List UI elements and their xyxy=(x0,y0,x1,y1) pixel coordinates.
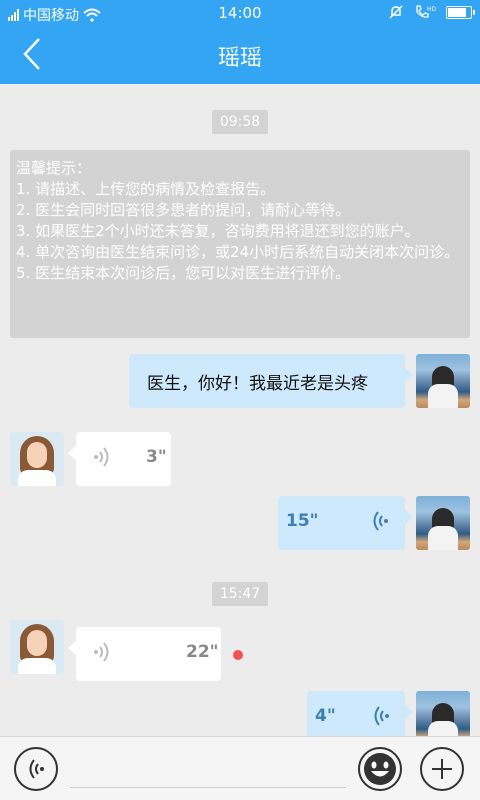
message-text: 医生，你好！我最近老是头疼 xyxy=(147,374,368,394)
notice-line: 温馨提示： xyxy=(16,159,92,177)
message-input[interactable] xyxy=(70,787,346,788)
voice-wave-icon xyxy=(94,447,109,467)
voice-wave-icon xyxy=(94,642,109,662)
emoji-icon xyxy=(364,753,396,785)
voice-message-doctor[interactable]: 3" xyxy=(68,432,171,486)
voice-toggle-button[interactable] xyxy=(14,747,58,791)
voice-duration: 4" xyxy=(315,706,336,726)
user-avatar[interactable] xyxy=(416,354,470,408)
page-title: 瑶瑶 xyxy=(217,46,262,71)
doctor-avatar[interactable] xyxy=(10,432,64,486)
status-right: HD xyxy=(388,4,475,20)
voice-message-doctor[interactable]: 22" xyxy=(68,627,221,681)
voice-wave-icon xyxy=(374,706,389,726)
notice-box: 温馨提示： 1. 请描述、上传您的病情及检查报告。 2. 医生会同时回答很多患者… xyxy=(10,150,470,338)
user-avatar[interactable] xyxy=(416,496,470,550)
timestamp-label: 09:58 xyxy=(211,110,269,134)
voice-message-user[interactable]: 4" xyxy=(307,691,413,736)
battery-icon xyxy=(446,5,475,19)
hd-label: HD xyxy=(427,6,436,13)
voice-duration: 22" xyxy=(186,642,219,662)
notice-line: 1. 请描述、上传您的病情及检查报告。 xyxy=(16,180,276,198)
chat-header: 瑶瑶 xyxy=(0,26,480,84)
voice-message-user[interactable]: 15" xyxy=(278,496,413,550)
timestamp: 15:47 xyxy=(0,582,480,606)
input-bar xyxy=(0,736,480,800)
notice-line: 2. 医生会同时回答很多患者的提问，请耐心等待。 xyxy=(16,201,351,219)
bell-off-icon xyxy=(389,5,403,19)
timestamp-label: 15:47 xyxy=(211,582,269,606)
hd-call-icon: HD xyxy=(416,5,436,18)
user-avatar[interactable] xyxy=(416,691,470,736)
notice-line: 3. 如果医生2个小时还未答复，咨询费用将退还到您的账户。 xyxy=(16,222,420,240)
more-button[interactable] xyxy=(420,747,464,791)
notice-line: 4. 单次咨询由医生结束问诊，或24小时后系统自动关闭本次问诊。 xyxy=(16,243,460,261)
plus-icon xyxy=(432,759,452,779)
unread-dot xyxy=(233,650,243,660)
status-bar: 中国移动 14:00 HD xyxy=(0,0,480,26)
doctor-avatar[interactable] xyxy=(10,620,64,674)
voice-duration: 15" xyxy=(286,511,319,531)
voice-duration: 3" xyxy=(146,447,167,467)
message-bubble-user[interactable]: 医生，你好！我最近老是头疼 xyxy=(129,354,413,408)
emoji-button[interactable] xyxy=(358,747,402,791)
timestamp: 09:58 xyxy=(0,110,480,134)
notice-line: 5. 医生结束本次问诊后，您可以对医生进行评价。 xyxy=(16,264,351,282)
chat-messages[interactable]: 09:58 温馨提示： 1. 请描述、上传您的病情及检查报告。 2. 医生会同时… xyxy=(0,84,480,736)
voice-icon xyxy=(29,759,44,779)
voice-wave-icon xyxy=(373,511,388,531)
